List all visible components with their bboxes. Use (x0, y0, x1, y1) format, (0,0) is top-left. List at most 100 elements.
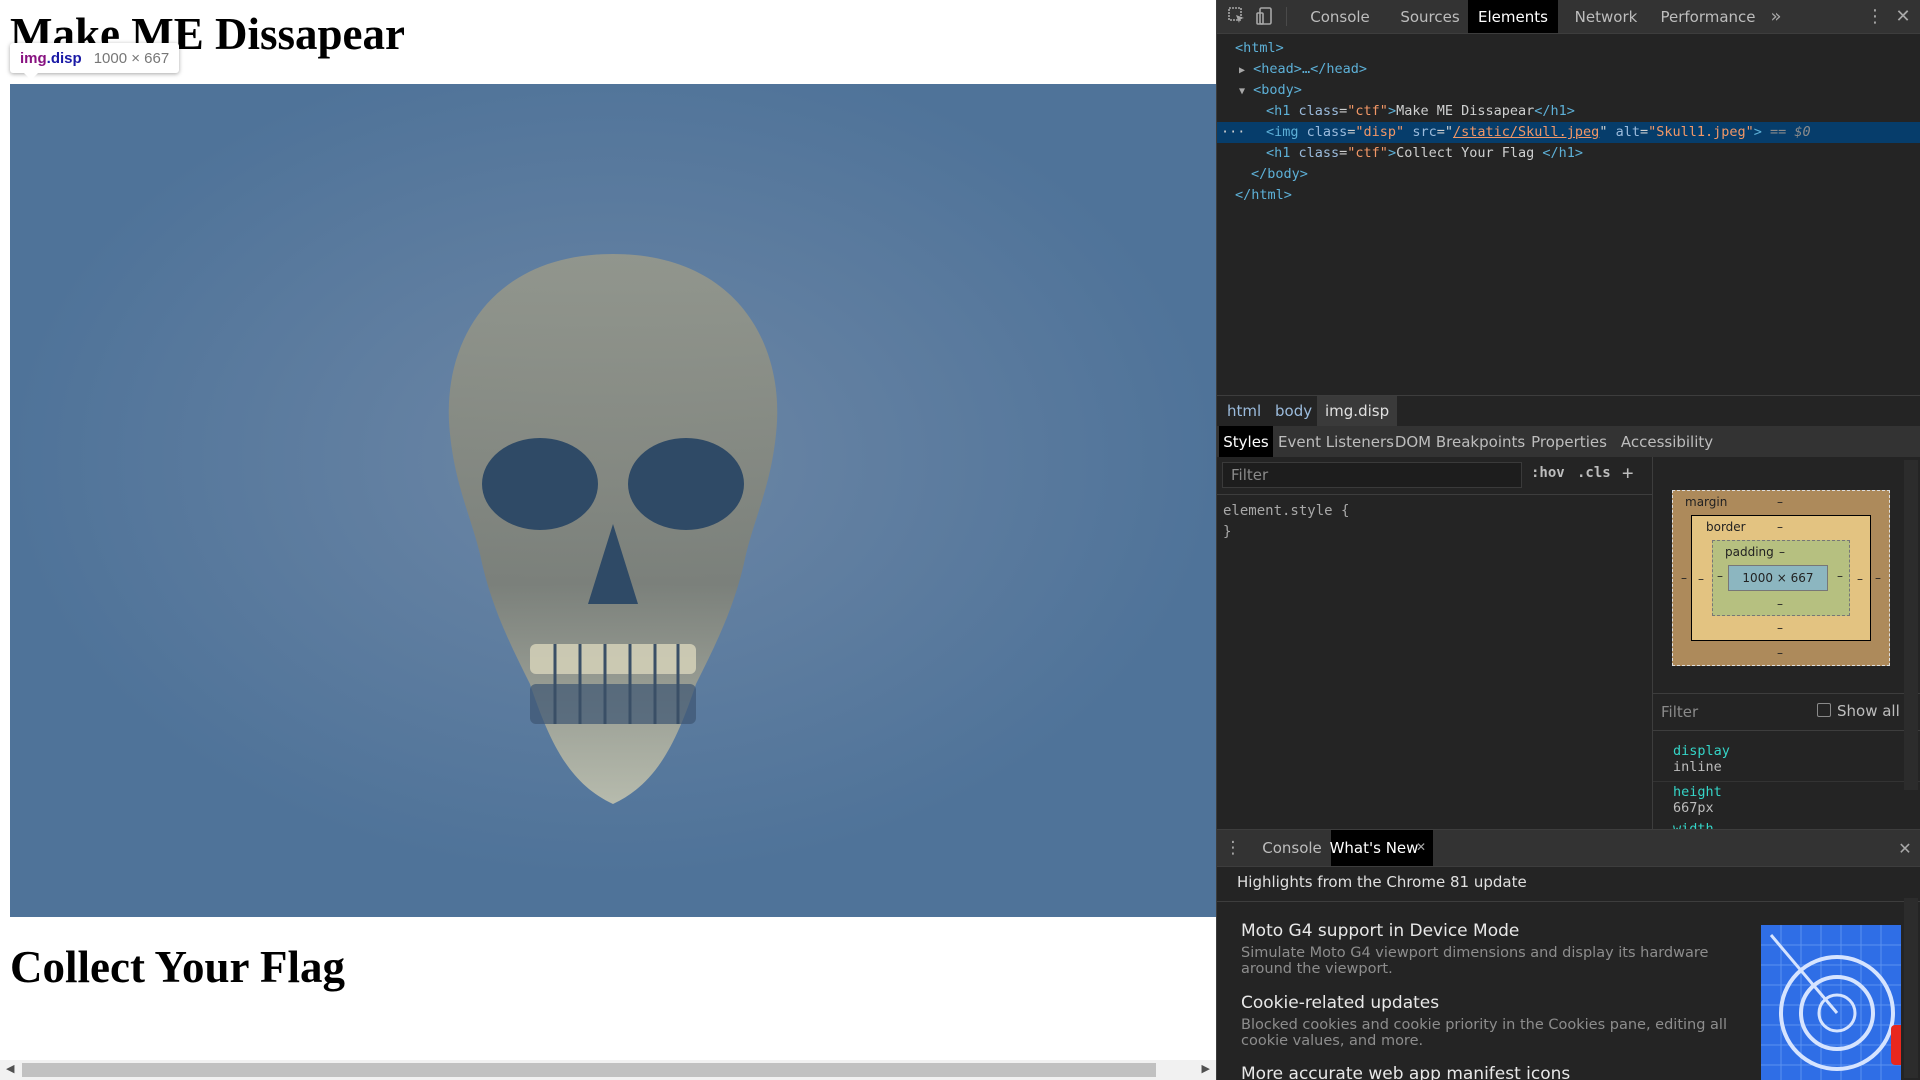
skull-image[interactable] (10, 84, 1216, 917)
element-style-close: } (1223, 524, 1232, 540)
close-drawer-icon[interactable]: ✕ (1895, 836, 1915, 860)
dom-body-open-tag: <body> (1253, 82, 1302, 98)
add-rule-icon[interactable]: + (1622, 462, 1633, 484)
page-heading-bottom: Collect Your Flag (10, 942, 345, 992)
dom-attr-value: "ctf" (1347, 145, 1388, 161)
subtab-event-listeners[interactable]: Event Listeners (1278, 426, 1394, 457)
whats-new-item-title[interactable]: Cookie-related updates (1241, 993, 1731, 1013)
dom-line-html-open[interactable]: <html> (1217, 38, 1920, 59)
whats-new-item[interactable]: Cookie-related updates Blocked cookies a… (1241, 993, 1731, 1049)
dom-img-class-name: class (1306, 124, 1348, 140)
whats-new-item-desc: Blocked cookies and cookie priority in t… (1241, 1017, 1727, 1049)
dom-line-img-selected[interactable]: ··· <img class="disp" src="/static/Skull.… (1217, 122, 1920, 143)
breadcrumb-body[interactable]: body (1275, 396, 1312, 426)
drawer-tab-console[interactable]: Console (1255, 830, 1329, 866)
box-model-content-size[interactable]: 1000 × 667 (1728, 565, 1828, 591)
subtab-properties[interactable]: Properties (1529, 426, 1609, 457)
dom-h1-text: Collect Your Flag (1396, 145, 1543, 161)
tab-network[interactable]: Network (1561, 0, 1651, 33)
dom-img-src-link[interactable]: /static/Skull.jpeg (1453, 124, 1599, 140)
breadcrumb-img-disp[interactable]: img.disp (1317, 396, 1398, 426)
tooltip-arrow (24, 73, 38, 80)
margin-right-value: – (1875, 571, 1881, 585)
expand-head-icon[interactable]: ▶ (1239, 65, 1245, 76)
padding-right-value: – (1837, 569, 1843, 583)
dom-img-src-name: src (1412, 124, 1437, 140)
computed-prop-height[interactable]: height 667px (1673, 784, 1722, 816)
dom-h1-bracket: > (1387, 145, 1397, 161)
subtab-dom-breakpoints[interactable]: DOM Breakpoints (1395, 426, 1525, 457)
tab-elements[interactable]: Elements (1468, 0, 1558, 33)
close-devtools-icon[interactable]: ✕ (1893, 4, 1913, 28)
prop-value: inline (1673, 759, 1722, 775)
horizontal-scrollbar[interactable]: ◀ ▶ (0, 1060, 1216, 1080)
dom-img-alt-name: alt (1615, 124, 1640, 140)
styles-vertical-scrollbar[interactable] (1904, 460, 1918, 790)
margin-left-value: – (1681, 571, 1687, 585)
dom-body-close-tag: </body> (1251, 166, 1308, 182)
settings-menu-icon[interactable]: ⋮ (1865, 4, 1885, 28)
dom-line-h1-second[interactable]: <h1 class="ctf">Collect Your Flag </h1> (1217, 143, 1920, 164)
styles-filter-input[interactable] (1222, 462, 1522, 488)
box-model-margin[interactable]: margin – – – – border – – – – padding – … (1672, 490, 1890, 666)
drawer-toolbar: ⋮ Console What's New ✕ ✕ (1217, 829, 1920, 867)
more-tabs-icon[interactable]: » (1763, 4, 1789, 28)
margin-bottom-value: – (1777, 646, 1783, 660)
collapse-body-icon[interactable]: ▼ (1239, 86, 1245, 97)
dom-html-open-tag: <html> (1235, 40, 1284, 56)
class-toggle[interactable]: .cls (1577, 465, 1611, 481)
scroll-right-icon[interactable]: ▶ (1202, 1062, 1210, 1075)
padding-label: padding (1725, 545, 1774, 559)
computed-pane: margin – – – – border – – – – padding – … (1653, 457, 1920, 829)
box-model-padding[interactable]: padding – – – – 1000 × 667 (1712, 540, 1850, 616)
computed-filter-input[interactable]: Filter (1661, 703, 1698, 721)
drawer-menu-icon[interactable]: ⋮ (1225, 836, 1242, 860)
dom-line-head[interactable]: ▶ <head>…</head> (1217, 59, 1920, 80)
whats-new-item[interactable]: Moto G4 support in Device Mode Simulate … (1241, 921, 1731, 977)
dom-h1-bracket: > (1387, 103, 1397, 119)
whats-new-thumbnail (1761, 925, 1901, 1080)
tab-console[interactable]: Console (1295, 0, 1385, 33)
tooltip-class: .disp (46, 49, 82, 67)
computed-prop-width[interactable]: width (1673, 821, 1714, 829)
show-all-label: Show all (1837, 702, 1900, 720)
subtab-accessibility[interactable]: Accessibility (1617, 426, 1717, 457)
padding-bottom-value: – (1777, 597, 1783, 611)
element-style-rule[interactable]: element.style { (1223, 503, 1349, 519)
dom-h1-close: </h1> (1542, 145, 1584, 161)
subtab-styles[interactable]: Styles (1219, 426, 1273, 457)
page-viewport: Make ME Dissapear img .disp 1000 × 667 C… (0, 0, 1216, 1080)
dom-line-body-open[interactable]: ▼ <body> (1217, 80, 1920, 101)
computed-prop-display[interactable]: display inline (1673, 743, 1730, 775)
dom-head-tag: <head>…</head> (1253, 61, 1367, 77)
skull-illustration (10, 84, 1216, 917)
close-whats-new-icon[interactable]: ✕ (1413, 836, 1429, 858)
scrollbar-thumb[interactable] (22, 1063, 1156, 1077)
styles-subtabs: Styles Event Listeners DOM Breakpoints P… (1217, 426, 1920, 458)
margin-label: margin (1685, 495, 1728, 509)
whats-new-item-title[interactable]: Moto G4 support in Device Mode (1241, 921, 1731, 941)
drawer-vertical-scrollbar[interactable] (1904, 898, 1918, 1078)
dom-selected-marker: == $0 (1761, 124, 1811, 140)
scroll-left-icon[interactable]: ◀ (6, 1062, 14, 1075)
show-all-checkbox[interactable] (1817, 703, 1831, 717)
dom-ellipsis-icon[interactable]: ··· (1217, 122, 1266, 143)
whats-new-item-title[interactable]: More accurate web app manifest icons (1241, 1064, 1731, 1080)
border-right-value: – (1857, 572, 1863, 586)
hover-state-toggle[interactable]: :hov (1531, 465, 1565, 481)
tab-sources[interactable]: Sources (1385, 0, 1475, 33)
dom-line-h1-first[interactable]: <h1 class="ctf">Make ME Dissapear</h1> (1217, 101, 1920, 122)
breadcrumb: html body img.disp (1217, 395, 1920, 427)
inspect-element-icon[interactable] (1227, 6, 1247, 26)
dom-line-html-close[interactable]: </html> (1217, 185, 1920, 206)
dom-img-open: <img (1266, 124, 1307, 140)
whats-new-item[interactable]: More accurate web app manifest icons (1241, 1064, 1731, 1080)
breadcrumb-html[interactable]: html (1227, 396, 1261, 426)
dom-line-body-close[interactable]: </body> (1217, 164, 1920, 185)
device-toolbar-icon[interactable] (1255, 6, 1275, 26)
tooltip-tag: img (20, 49, 47, 67)
dom-attr-name: class (1298, 145, 1340, 161)
box-model-border[interactable]: border – – – – padding – – – – 1000 × 66… (1691, 515, 1871, 641)
dom-h1-text: Make ME Dissapear (1396, 103, 1535, 119)
tab-performance[interactable]: Performance (1653, 0, 1763, 33)
